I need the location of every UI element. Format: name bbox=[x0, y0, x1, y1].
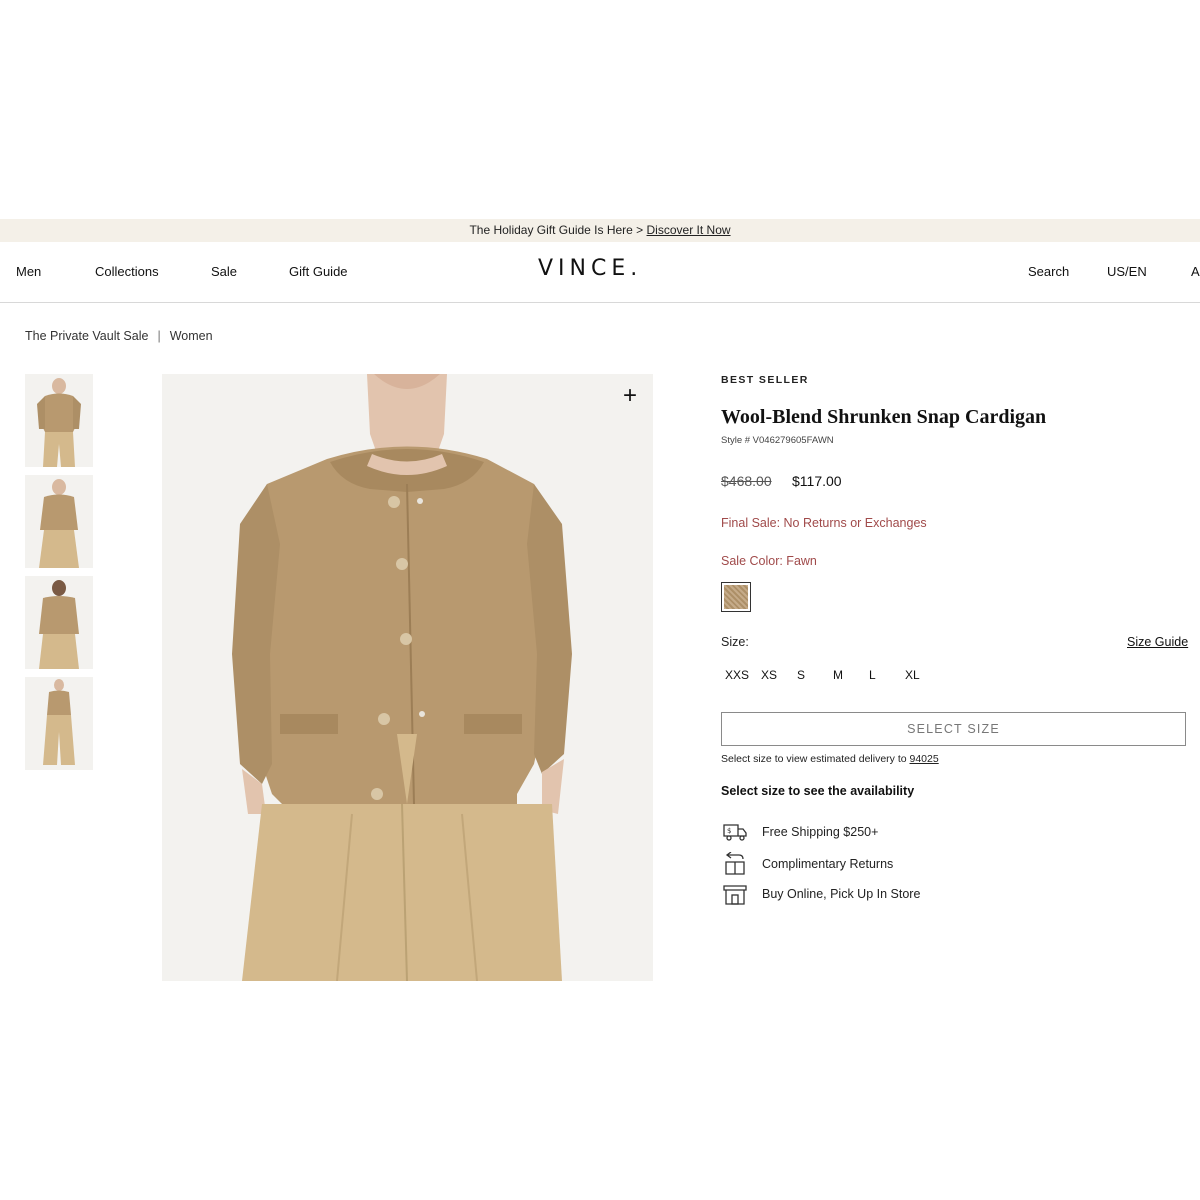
plus-icon[interactable]: + bbox=[623, 384, 637, 408]
brand-logo[interactable]: VINCE. bbox=[538, 256, 642, 281]
promo-text: The Holiday Gift Guide Is Here > bbox=[469, 223, 647, 237]
perk-pickup: Buy Online, Pick Up In Store bbox=[721, 882, 920, 906]
nav-account[interactable]: A bbox=[1191, 264, 1200, 279]
thumbnail-2[interactable] bbox=[25, 475, 93, 568]
breadcrumb-item-vault-sale[interactable]: The Private Vault Sale bbox=[25, 329, 148, 343]
size-option-m[interactable]: M bbox=[829, 668, 865, 682]
nav-item-sale[interactable]: Sale bbox=[211, 264, 237, 279]
zip-code-link[interactable]: 94025 bbox=[910, 753, 939, 765]
color-swatch-fawn[interactable] bbox=[721, 582, 751, 612]
thumbnail-4[interactable] bbox=[25, 677, 93, 770]
returns-icon bbox=[725, 852, 745, 875]
sale-color-label: Sale Color: Fawn bbox=[721, 554, 817, 568]
svg-text:$: $ bbox=[727, 827, 731, 835]
nav-item-gift-guide[interactable]: Gift Guide bbox=[289, 264, 348, 279]
nav-locale[interactable]: US/EN bbox=[1107, 264, 1147, 279]
size-option-xs[interactable]: XS bbox=[757, 668, 793, 682]
thumbnail-1[interactable] bbox=[25, 374, 93, 467]
size-guide-link[interactable]: Size Guide bbox=[1127, 635, 1188, 649]
shipping-icon: $ bbox=[723, 824, 747, 841]
perk-label: Complimentary Returns bbox=[762, 857, 894, 871]
thumbnail-3[interactable] bbox=[25, 576, 93, 669]
perk-returns: Complimentary Returns bbox=[721, 852, 893, 876]
perk-label: Free Shipping $250+ bbox=[762, 825, 879, 839]
nav-search[interactable]: Search bbox=[1028, 264, 1069, 279]
delivery-text: Select size to view estimated delivery t… bbox=[721, 753, 910, 765]
breadcrumb-item-women[interactable]: Women bbox=[170, 329, 213, 343]
original-price: $468.00 bbox=[721, 473, 772, 489]
style-number: Style # V046279605FAWN bbox=[721, 435, 834, 446]
availability-note: Select size to see the availability bbox=[721, 784, 915, 798]
product-title: Wool-Blend Shrunken Snap Cardigan bbox=[721, 406, 1047, 428]
product-main-image[interactable]: + bbox=[162, 374, 653, 981]
nav-item-men[interactable]: Men bbox=[16, 264, 41, 279]
promo-link[interactable]: Discover It Now bbox=[647, 223, 731, 237]
size-option-xxs[interactable]: XXS bbox=[721, 668, 757, 682]
breadcrumb-separator: | bbox=[157, 329, 161, 343]
promo-bar: The Holiday Gift Guide Is Here > Discove… bbox=[0, 219, 1200, 242]
delivery-note: Select size to view estimated delivery t… bbox=[721, 753, 939, 765]
size-label: Size: bbox=[721, 635, 749, 649]
final-sale-note: Final Sale: No Returns or Exchanges bbox=[721, 516, 927, 530]
perk-free-shipping: $ Free Shipping $250+ bbox=[721, 820, 878, 844]
size-option-xl[interactable]: XL bbox=[901, 668, 937, 682]
select-size-button[interactable]: SELECT SIZE bbox=[721, 712, 1186, 746]
size-option-l[interactable]: L bbox=[865, 668, 901, 682]
store-icon bbox=[723, 885, 747, 905]
perk-label: Buy Online, Pick Up In Store bbox=[762, 887, 921, 901]
best-seller-badge: BEST SELLER bbox=[721, 374, 809, 386]
nav-item-collections[interactable]: Collections bbox=[95, 264, 159, 279]
size-options: XXS XS S M L XL bbox=[721, 668, 937, 682]
sale-price: $117.00 bbox=[792, 473, 842, 489]
size-option-s[interactable]: S bbox=[793, 668, 829, 682]
breadcrumb: The Private Vault Sale | Women bbox=[25, 329, 213, 343]
